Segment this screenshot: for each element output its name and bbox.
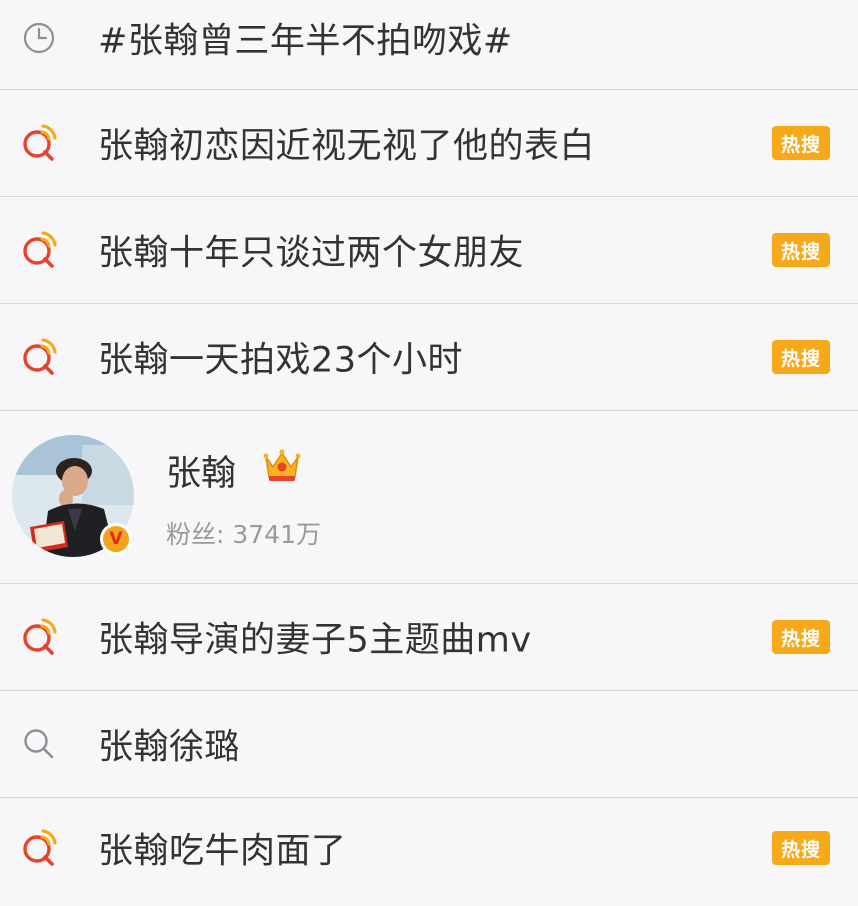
user-profile-row[interactable]: V 张翰 粉丝: 3741万 [0,411,858,584]
profile-name: 张翰 [166,454,237,494]
clock-icon [18,17,60,59]
suggestion-row[interactable]: 张翰吃牛肉面了 热搜 [0,798,858,898]
suggestion-row[interactable]: 张翰一天拍戏23个小时 热搜 [0,304,858,411]
crown-icon [262,447,302,483]
history-text: #张翰曾三年半不拍吻戏# [98,21,513,62]
suggestion-row[interactable]: 张翰初恋因近视无视了他的表白 热搜 [0,90,858,197]
hot-search-icon [18,122,60,164]
suggestion-row[interactable]: 张翰十年只谈过两个女朋友 热搜 [0,197,858,304]
search-suggestion-list: #张翰曾三年半不拍吻戏# 张翰初恋因近视无视了他的表白 热搜 张翰十年只谈过两个… [0,0,858,906]
suggestion-text: 张翰导演的妻子5主题曲mv [98,620,532,661]
hot-search-badge: 热搜 [772,233,830,267]
avatar[interactable]: V [12,435,134,557]
follower-count: 粉丝: 3741万 [166,520,321,549]
hot-search-badge: 热搜 [772,831,830,865]
suggestion-text: 张翰十年只谈过两个女朋友 [98,233,525,274]
verified-badge-icon: V [100,523,132,555]
suggestion-text: 张翰徐璐 [98,727,241,768]
hot-search-icon [18,616,60,658]
suggestion-text: 张翰初恋因近视无视了他的表白 [98,126,596,167]
hot-search-badge: 热搜 [772,620,830,654]
suggestion-text: 张翰吃牛肉面了 [98,831,347,872]
hot-search-badge: 热搜 [772,126,830,160]
hot-search-icon [18,827,60,869]
suggestion-row[interactable]: 张翰导演的妻子5主题曲mv 热搜 [0,584,858,691]
hot-search-icon [18,229,60,271]
suggestion-row[interactable]: 张翰徐璐 [0,691,858,798]
hot-search-icon [18,336,60,378]
history-row[interactable]: #张翰曾三年半不拍吻戏# [0,0,858,90]
search-icon [18,723,60,765]
suggestion-text: 张翰一天拍戏23个小时 [98,340,464,381]
hot-search-badge: 热搜 [772,340,830,374]
